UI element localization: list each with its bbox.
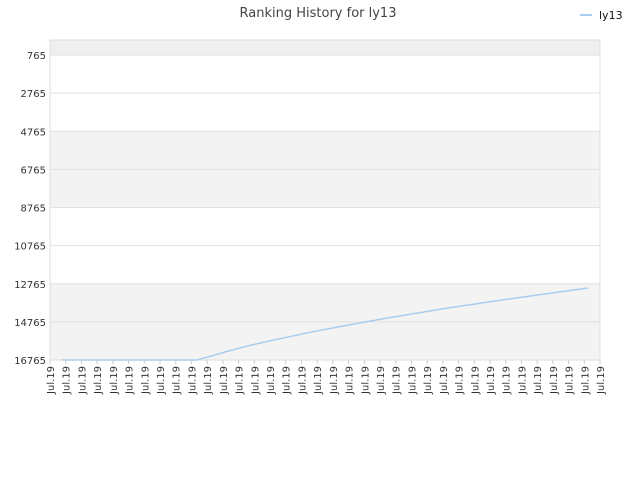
plot-band	[50, 169, 600, 208]
x-tick-label: Jul.19	[502, 366, 513, 395]
y-tick-label: 12765	[14, 280, 46, 291]
x-axis-tick-labels: Jul.19 Jul.19 Jul.19 Jul.19 Jul.19 Jul.19 Jul.…	[46, 360, 607, 395]
x-tick-label: Jul.19	[565, 366, 576, 395]
x-tick-label: Jul.19	[62, 366, 73, 395]
plot-background-bands	[50, 40, 600, 360]
x-tick-label: Jul.19	[470, 366, 481, 395]
x-tick-label: Jul.19	[486, 366, 497, 395]
x-tick-label: Jul.19	[250, 366, 261, 395]
y-tick-label: 2765	[21, 89, 46, 100]
x-tick-label: Jul.19	[282, 366, 293, 395]
y-tick-label: 6765	[21, 165, 46, 176]
plot-band	[50, 93, 600, 132]
plot-band	[50, 55, 600, 94]
x-tick-label: Jul.19	[297, 366, 308, 395]
x-tick-label: Jul.19	[172, 366, 183, 395]
x-tick-label: Jul.19	[140, 366, 151, 395]
y-tick-label: 16765	[14, 356, 46, 367]
x-tick-label: Jul.19	[392, 366, 403, 395]
plot-band	[50, 245, 600, 284]
x-tick-label: Jul.19	[125, 366, 136, 395]
x-tick-label: Jul.19	[46, 366, 57, 395]
x-tick-label: Jul.19	[109, 366, 120, 395]
y-tick-label: 8765	[21, 204, 46, 215]
ranking-chart: 765276547656765876510765127651476516765 …	[14, 6, 623, 395]
x-tick-label: Jul.19	[345, 366, 356, 395]
x-tick-label: Jul.19	[455, 366, 466, 395]
x-tick-label: Jul.19	[596, 366, 607, 395]
plot-band	[50, 321, 600, 360]
x-tick-label: Jul.19	[313, 366, 324, 395]
x-tick-label: Jul.19	[439, 366, 450, 395]
y-tick-label: 765	[27, 51, 46, 62]
x-tick-label: Jul.19	[376, 366, 387, 395]
x-tick-label: Jul.19	[423, 366, 434, 395]
y-tick-label: 14765	[14, 318, 46, 329]
y-axis-tick-labels: 765 2765 4765 6765 8765 10765 12765 14765 16765	[14, 51, 46, 367]
x-tick-label: Jul.19	[203, 366, 214, 395]
legend-label-ly13: ly13	[599, 9, 623, 22]
x-tick-label: Jul.19	[549, 366, 560, 395]
chart-title: Ranking History for ly13	[240, 6, 397, 21]
plot-band	[50, 283, 600, 322]
x-tick-label: Jul.19	[219, 366, 230, 395]
x-tick-label: Jul.19	[187, 366, 198, 395]
legend[interactable]: ly13	[580, 9, 623, 22]
x-tick-label: Jul.19	[329, 366, 340, 395]
x-tick-label: Jul.19	[533, 366, 544, 395]
y-tick-label: 4765	[21, 127, 46, 138]
x-tick-label: Jul.19	[360, 366, 371, 395]
x-tick-label: Jul.19	[235, 366, 246, 395]
x-tick-label: Jul.19	[77, 366, 88, 395]
x-tick-label: Jul.19	[580, 366, 591, 395]
x-tick-label: Jul.19	[93, 366, 104, 395]
plot-band	[50, 40, 600, 55]
plot-band	[50, 207, 600, 246]
x-tick-label: Jul.19	[517, 366, 528, 395]
y-tick-label: 10765	[14, 242, 46, 253]
x-tick-label: Jul.19	[156, 366, 167, 395]
x-tick-label: Jul.19	[266, 366, 277, 395]
x-tick-label: Jul.19	[407, 366, 418, 395]
plot-band	[50, 131, 600, 170]
